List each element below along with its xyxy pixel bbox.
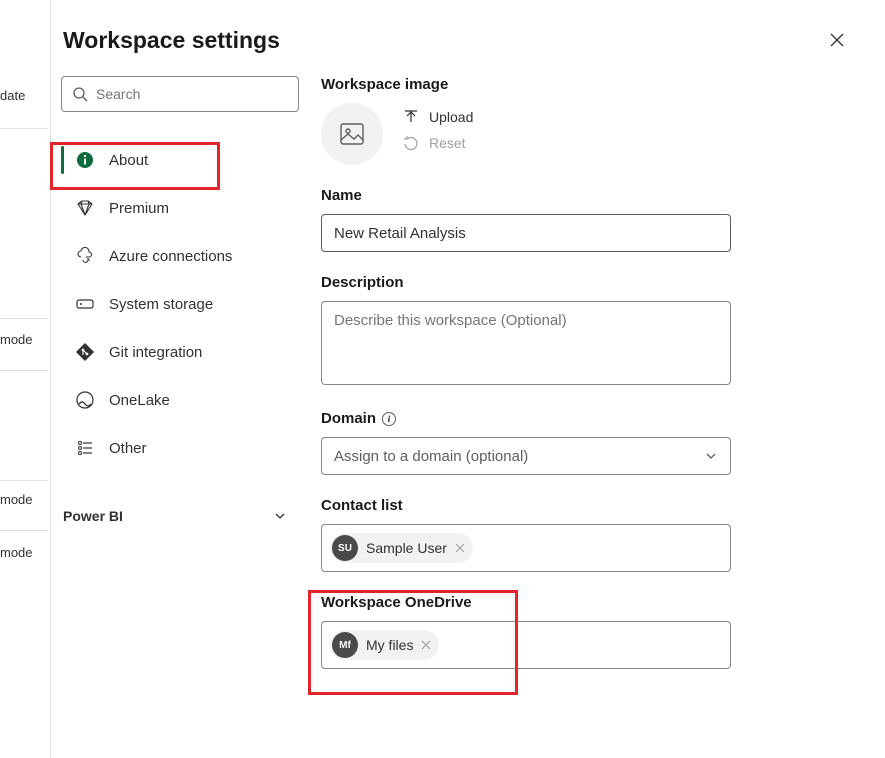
nav-item-other[interactable]: Other [61,424,299,472]
nav-item-storage[interactable]: System storage [61,280,299,328]
storage-icon [75,294,95,314]
settings-sidebar: About Premium Azure connections System s… [51,68,311,758]
close-icon [421,640,431,650]
description-label: Description [321,274,845,291]
panel-header: Workspace settings [51,0,885,68]
chip-remove-button[interactable] [455,543,465,553]
diamond-icon [75,198,95,218]
nav-item-label: About [109,152,148,169]
field-contact-list: Contact list SU Sample User [321,497,845,572]
git-icon [75,342,95,362]
onelake-icon [75,390,95,410]
workspace-image-label: Workspace image [321,76,845,93]
nav-item-azure[interactable]: Azure connections [61,232,299,280]
panel-title: Workspace settings [63,27,280,54]
chip-label: My files [366,637,413,653]
chevron-down-icon [704,449,718,463]
avatar: SU [332,535,358,561]
search-icon [72,86,88,102]
domain-select[interactable]: Assign to a domain (optional) [321,437,731,475]
field-workspace-onedrive: Workspace OneDrive Mf My files [321,594,845,669]
onedrive-chip: Mf My files [330,630,439,660]
close-icon [455,543,465,553]
reset-button: Reset [403,135,473,151]
contact-chip: SU Sample User [330,533,473,563]
options-icon [75,438,95,458]
onedrive-input[interactable]: Mf My files [321,621,731,669]
section-label: Power BI [63,508,123,524]
upload-button[interactable]: Upload [403,109,473,125]
nav-item-onelake[interactable]: OneLake [61,376,299,424]
chip-remove-button[interactable] [421,640,431,650]
nav-item-label: System storage [109,296,213,313]
chip-label: Sample User [366,540,447,556]
close-button[interactable] [821,24,853,56]
field-workspace-image: Workspace image Upload Reset [321,76,845,165]
contact-label: Contact list [321,497,845,514]
nav-item-label: Git integration [109,344,202,361]
description-input[interactable] [321,301,731,385]
domain-label: Domain i [321,410,845,427]
search-input[interactable] [96,86,288,102]
close-icon [829,32,845,48]
image-icon [338,120,366,148]
nav-item-label: Premium [109,200,169,217]
info-icon[interactable]: i [382,412,396,426]
nav-item-label: Azure connections [109,248,232,265]
avatar: Mf [332,632,358,658]
name-input[interactable] [321,214,731,252]
cloud-sync-icon [75,246,95,266]
background-partial: date mode l mode mode [0,0,50,758]
nav-item-label: OneLake [109,392,170,409]
contact-input[interactable]: SU Sample User [321,524,731,572]
field-name: Name [321,187,845,252]
field-description: Description [321,274,845,388]
settings-form: Workspace image Upload Reset [311,68,885,758]
nav-item-premium[interactable]: Premium [61,184,299,232]
section-power-bi[interactable]: Power BI [61,500,299,532]
nav-item-label: Other [109,440,147,457]
nav-item-about[interactable]: About [61,136,299,184]
workspace-image-placeholder [321,103,383,165]
reset-icon [403,135,419,151]
settings-panel: Workspace settings About Premium [50,0,885,758]
search-box[interactable] [61,76,299,112]
nav-item-git[interactable]: Git integration [61,328,299,376]
field-domain: Domain i Assign to a domain (optional) [321,410,845,475]
onedrive-label: Workspace OneDrive [321,594,845,611]
upload-icon [403,109,419,125]
info-icon [75,150,95,170]
name-label: Name [321,187,845,204]
chevron-down-icon [273,509,287,523]
